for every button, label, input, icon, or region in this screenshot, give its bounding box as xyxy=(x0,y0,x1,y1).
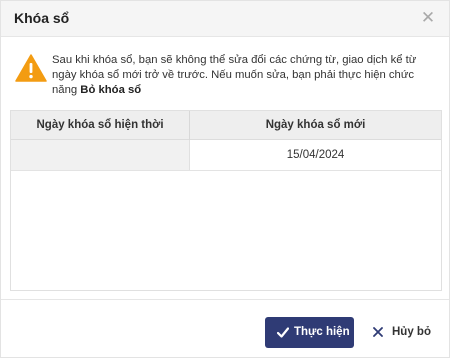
confirm-button-label: Thực hiện xyxy=(294,326,350,338)
new-lock-date-cell[interactable]: 15/04/2024 xyxy=(190,140,441,170)
dialog-header: Khóa sổ ✕ xyxy=(1,1,449,37)
close-icon[interactable]: ✕ xyxy=(419,8,437,28)
dialog-title: Khóa sổ xyxy=(14,10,70,26)
warning-message: Sau khi khóa sổ, bạn sẽ không thể sửa đổ… xyxy=(52,53,436,98)
warning-icon xyxy=(15,54,47,82)
cancel-button-label: Hủy bỏ xyxy=(392,326,431,338)
table-row: 15/04/2024 xyxy=(11,140,441,171)
confirm-button[interactable]: Thực hiện xyxy=(265,317,354,348)
current-lock-date-cell xyxy=(11,140,190,170)
lock-books-dialog: Khóa sổ ✕ Sau khi khóa sổ, bạn sẽ không … xyxy=(0,0,450,358)
footer-divider xyxy=(1,299,449,300)
lock-date-table: Ngày khóa sổ hiện thời Ngày khóa sổ mới … xyxy=(10,110,442,291)
column-header-current-date: Ngày khóa sổ hiện thời xyxy=(11,111,190,140)
column-header-new-date: Ngày khóa sổ mới xyxy=(265,119,366,131)
cancel-x-icon xyxy=(373,327,383,337)
cancel-button[interactable]: Hủy bỏ xyxy=(369,317,439,348)
unlock-books-link-text: Bỏ khóa sổ xyxy=(80,84,142,96)
check-icon xyxy=(277,327,289,338)
table-header: Ngày khóa sổ hiện thời Ngày khóa sổ mới xyxy=(11,111,441,140)
